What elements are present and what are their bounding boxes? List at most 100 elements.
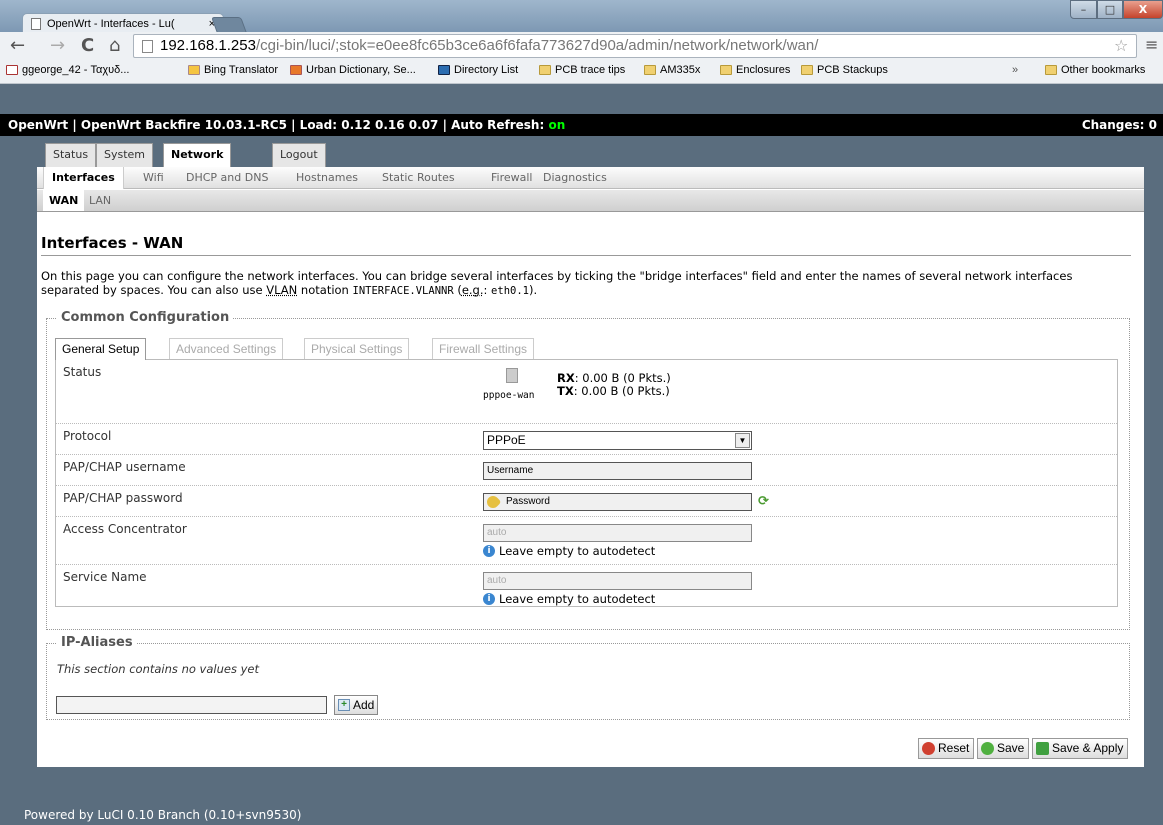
- menu-system[interactable]: System: [96, 143, 154, 167]
- bookmark-item[interactable]: AM335x: [644, 58, 700, 82]
- tab-general-setup[interactable]: General Setup: [55, 338, 147, 360]
- tab-hostnames[interactable]: Hostnames: [288, 167, 366, 189]
- username-input[interactable]: Username: [483, 462, 752, 480]
- folder-icon: [644, 65, 656, 75]
- bookmark-item[interactable]: Enclosures: [720, 58, 790, 82]
- tab-interfaces[interactable]: Interfaces: [43, 167, 124, 189]
- desc-text: :: [483, 283, 492, 297]
- apply-icon: [1036, 742, 1049, 755]
- bookmark-item[interactable]: Bing Translator: [188, 58, 278, 82]
- service-name-label: Service Name: [63, 570, 147, 584]
- protocol-label: Protocol: [63, 429, 112, 443]
- section-legend: IP-Aliases: [57, 635, 137, 650]
- home-icon[interactable]: ⌂: [109, 36, 120, 56]
- bookmarks-overflow-button[interactable]: »: [1012, 58, 1018, 82]
- tab-firewall[interactable]: Firewall: [483, 167, 540, 189]
- tab-dhcp-dns[interactable]: DHCP and DNS: [178, 167, 276, 189]
- tab-wan[interactable]: WAN: [43, 190, 85, 211]
- tab-firewall-settings[interactable]: Firewall Settings: [432, 338, 535, 359]
- new-tab-button[interactable]: [211, 17, 247, 33]
- tx-value: : 0.00 B (0 Pkts.): [573, 384, 670, 398]
- status-label: Status: [63, 365, 102, 379]
- desc-text: On this page you can configure the netwo…: [41, 269, 1073, 297]
- browser-toolbar: ← → C ⌂ 192.168.1.253/cgi-bin/luci/;stok…: [0, 32, 1163, 84]
- header-info: OpenWrt | OpenWrt Backfire 10.03.1-RC5 |…: [8, 118, 549, 132]
- bookmark-star-icon[interactable]: ☆: [1114, 36, 1128, 55]
- reload-icon[interactable]: C: [81, 36, 94, 56]
- password-input[interactable]: Password: [483, 493, 752, 511]
- general-setup-panel: Status pppoe-wan RX: 0.00 B (0 Pkts.) TX…: [55, 359, 1118, 607]
- folder-icon: [1045, 65, 1057, 75]
- tab-static-routes[interactable]: Static Routes: [374, 167, 463, 189]
- browser-tab[interactable]: OpenWrt - Interfaces - Lu( ×: [22, 13, 224, 34]
- desc-text: ).: [528, 283, 538, 297]
- url-host: 192.168.1.253: [160, 37, 256, 54]
- ip-aliases-section: IP-Aliases This section contains no valu…: [46, 635, 1130, 720]
- page-icon: [142, 40, 153, 53]
- rx-label: RX: [557, 371, 575, 385]
- bookmark-item[interactable]: ggeorge_42 - Ταχυδ...: [6, 58, 129, 82]
- reveal-password-icon[interactable]: ⟳: [758, 494, 769, 509]
- forward-icon[interactable]: →: [50, 36, 65, 56]
- tx-label: TX: [557, 384, 574, 398]
- interface-name: pppoe-wan: [483, 390, 535, 401]
- bookmark-label: Other bookmarks: [1061, 64, 1146, 76]
- window-titlebar: OpenWrt - Interfaces - Lu( × – □ X: [0, 0, 1163, 34]
- tab-diagnostics[interactable]: Diagnostics: [535, 167, 615, 189]
- bookmark-item[interactable]: PCB Stackups: [801, 58, 888, 82]
- save-apply-button[interactable]: Save & Apply: [1032, 738, 1129, 759]
- save-apply-label: Save & Apply: [1052, 741, 1124, 755]
- save-button[interactable]: Save: [977, 738, 1030, 759]
- mail-icon: [6, 65, 18, 75]
- access-concentrator-input[interactable]: auto: [483, 524, 752, 542]
- interface-submenu: WAN LAN: [37, 190, 1144, 212]
- access-concentrator-label: Access Concentrator: [63, 522, 187, 536]
- tab-advanced-settings[interactable]: Advanced Settings: [169, 338, 284, 359]
- access-concentrator-row: Access Concentrator auto i Leave empty t…: [56, 517, 1117, 565]
- other-bookmarks[interactable]: Other bookmarks: [1045, 58, 1145, 82]
- bookmark-item[interactable]: Urban Dictionary, Se...: [290, 58, 416, 82]
- vlan-abbr: VLAN: [266, 283, 298, 297]
- bookmark-label: PCB Stackups: [817, 64, 888, 76]
- bookmarks-bar: ggeorge_42 - Ταχυδ... Bing Translator Ur…: [0, 58, 1163, 82]
- info-icon: i: [483, 545, 495, 557]
- back-icon[interactable]: ←: [10, 36, 25, 56]
- folder-icon: [720, 65, 732, 75]
- username-row: PAP/CHAP username Username: [56, 455, 1117, 486]
- menu-logout[interactable]: Logout: [272, 143, 326, 167]
- menu-network[interactable]: Network: [163, 143, 232, 167]
- rx-value: : 0.00 B (0 Pkts.): [574, 371, 671, 385]
- service-name-input[interactable]: auto: [483, 572, 752, 590]
- add-button[interactable]: + Add: [334, 695, 379, 715]
- alias-name-input[interactable]: [56, 696, 327, 714]
- desc-code: INTERFACE.VLANNR: [352, 285, 454, 297]
- protocol-select[interactable]: PPPoE ▼: [483, 431, 752, 450]
- url-path: /cgi-bin/luci/;stok=e0ee8fc65b3ce6a6f6fa…: [255, 37, 819, 54]
- common-configuration-section: Common Configuration General Setup Advan…: [46, 310, 1130, 630]
- hint-text: Leave empty to autodetect: [499, 592, 656, 606]
- window-close-button[interactable]: X: [1123, 0, 1163, 19]
- window-maximize-button[interactable]: □: [1097, 0, 1123, 19]
- changes-link[interactable]: Changes: 0: [1082, 114, 1157, 136]
- bookmark-item[interactable]: PCB trace tips: [539, 58, 625, 82]
- bookmark-item[interactable]: Directory List: [438, 58, 518, 82]
- reset-button[interactable]: Reset: [918, 738, 975, 759]
- directory-icon: [438, 65, 450, 75]
- bing-icon: [188, 65, 200, 75]
- window-minimize-button[interactable]: –: [1070, 0, 1097, 19]
- auto-refresh-toggle[interactable]: on: [548, 118, 565, 132]
- folder-icon: [539, 65, 551, 75]
- browser-menu-icon[interactable]: ≡: [1145, 35, 1158, 54]
- tab-physical-settings[interactable]: Physical Settings: [304, 338, 410, 359]
- menu-status[interactable]: Status: [45, 143, 97, 167]
- tab-wifi[interactable]: Wifi: [135, 167, 172, 189]
- info-icon: i: [483, 593, 495, 605]
- desc-text: notation: [297, 283, 353, 297]
- status-row: Status pppoe-wan RX: 0.00 B (0 Pkts.) TX…: [56, 360, 1117, 424]
- tab-lan[interactable]: LAN: [83, 190, 117, 211]
- reset-icon: [922, 742, 935, 755]
- save-icon: [981, 742, 994, 755]
- address-bar[interactable]: 192.168.1.253/cgi-bin/luci/;stok=e0ee8fc…: [133, 34, 1137, 58]
- dropdown-arrow-icon[interactable]: ▼: [735, 433, 750, 448]
- tab-title: OpenWrt - Interfaces - Lu(: [47, 18, 175, 30]
